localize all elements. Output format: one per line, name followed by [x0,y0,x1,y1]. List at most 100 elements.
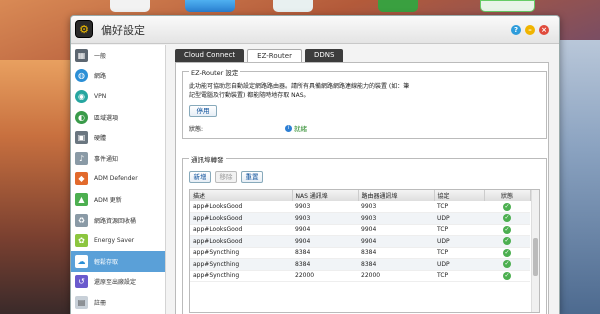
check-icon: ✓ [503,248,511,257]
cell-protocol: TCP [434,224,484,236]
port-forwarding-table: 描述 NAS 通訊埠 路由器通訊埠 協定 狀態 app#LooksGood 990… [189,189,540,313]
check-icon: ✓ [503,225,511,234]
sidebar-item-hardware[interactable]: ▣ 硬體 [71,127,165,148]
sidebar-item-region[interactable]: ◐ 區域選項 [71,107,165,128]
table-row[interactable]: app#Syncthing 8384 8384 UDP ✓ [190,258,530,271]
recycle-icon: ♻ [75,213,88,227]
cell-description: app#LooksGood [190,224,292,236]
sidebar-item-notification[interactable]: ♪ 事件通知 [71,148,165,169]
sidebar-item-label: 網路資源回收桶 [94,217,137,225]
preferences-app-icon: ⚙ [75,20,93,38]
cell-description: app#Syncthing [190,247,292,259]
sidebar-item-adm-update[interactable]: ▲ ADM 更新 [71,189,165,210]
cell-nas-port: 8384 [292,247,358,259]
minimize-button[interactable]: – [525,25,535,35]
sidebar-item-general[interactable]: ▦ 一般 [71,45,165,66]
sidebar-item-recycle-bin[interactable]: ♻ 網路資源回收桶 [71,210,165,231]
globe-icon: ◍ [75,69,88,83]
disable-button[interactable]: 停用 [189,105,217,117]
cell-protocol: UDP [434,212,484,225]
sidebar-item-adm-defender[interactable]: ◆ ADM Defender [71,169,165,190]
tab-bar: Cloud Connect EZ-Router DDNS [175,49,346,62]
table-scrollbar[interactable] [531,190,539,312]
help-button[interactable]: ? [511,25,521,35]
column-header-status[interactable]: 狀態 [484,190,531,201]
cell-description: app#LooksGood [190,201,292,213]
port-forwarding-group: 通訊埠轉發 新增 移除 重置 描述 NAS 通訊埠 路由器通訊埠 協定 狀態 a… [182,154,547,314]
cell-router-port: 8384 [358,258,434,271]
sidebar-item-factory-reset[interactable]: ↺ 還原至出廠設定 [71,272,165,293]
reset-button[interactable]: 重置 [241,171,263,183]
cell-nas-port: 9904 [292,235,358,248]
update-arrow-icon: ▲ [75,192,88,206]
table-row[interactable]: app#Syncthing 22000 22000 TCP ✓ [190,270,530,282]
titlebar: ⚙ 偏好設定 ? – × [71,16,559,44]
cell-description: app#Syncthing [190,258,292,271]
cell-nas-port: 9904 [292,224,358,236]
register-icon: ▤ [75,295,88,309]
remove-button[interactable]: 移除 [215,171,237,183]
dock-app-icon-5[interactable] [480,0,535,12]
hardware-icon: ▣ [75,131,88,145]
close-button[interactable]: × [539,25,549,35]
dock-app-icon-1[interactable] [110,0,150,12]
column-header-protocol[interactable]: 協定 [434,190,485,201]
check-icon: ✓ [503,260,511,269]
cell-nas-port: 9903 [292,212,358,225]
sidebar-item-label: ADM 更新 [94,196,122,204]
cell-protocol: UDP [434,235,484,248]
table-row[interactable]: app#LooksGood 9904 9904 UDP ✓ [190,235,530,248]
table-header-row: 描述 NAS 通訊埠 路由器通訊埠 協定 狀態 [190,190,531,201]
tab-ddns[interactable]: DDNS [305,49,344,62]
dock-app-icon-3[interactable] [273,0,313,12]
cell-router-port: 9904 [358,235,434,248]
status-label: 狀態: [189,126,204,133]
restore-icon: ↺ [75,275,88,289]
cell-router-port: 9903 [358,201,434,213]
info-icon: i [285,124,292,132]
cell-protocol: TCP [434,247,484,259]
table-row[interactable]: app#LooksGood 9903 9903 TCP ✓ [190,201,530,213]
status-value: i 就緒 [285,123,307,133]
tab-ez-router[interactable]: EZ-Router [247,49,302,62]
scroll-thumb[interactable] [533,238,538,276]
sidebar-item-network[interactable]: ◍ 網路 [71,66,165,87]
column-header-router-port[interactable]: 路由器通訊埠 [358,190,435,201]
status-text: 就緒 [294,125,307,133]
cell-description: app#LooksGood [190,235,292,248]
window-title: 偏好設定 [101,24,145,37]
cell-router-port: 9904 [358,224,434,236]
add-button[interactable]: 新增 [189,171,211,183]
content-area: Cloud Connect EZ-Router DDNS EZ-Router 設… [167,45,559,314]
sidebar: ▦ 一般 ◍ 網路 ◉ VPN ◐ 區域選項 ▣ 硬體 ♪ 事件通知 ◆ ADM Defend… [71,45,166,314]
sidebar-item-label: 還原至出廠設定 [94,279,137,287]
cell-nas-port: 8384 [292,258,358,271]
cell-nas-port: 9903 [292,201,358,213]
sidebar-item-label: ADM Defender [94,175,138,183]
ez-router-settings-group: EZ-Router 設定 此功能可協助您自動設定網路路由器。請所有具備網路網路連… [182,67,547,139]
cell-protocol: TCP [434,270,484,282]
sidebar-item-easy-access[interactable]: ☁ 輕鬆存取 [71,250,165,272]
gear-grid-icon: ▦ [75,48,88,62]
sidebar-item-energy-saver[interactable]: ✿ Energy Saver [71,230,165,251]
ez-router-panel: EZ-Router 設定 此功能可協助您自動設定網路路由器。請所有具備網路網路連… [175,62,549,314]
cell-protocol: TCP [434,201,484,213]
app-store-icon[interactable] [185,0,235,12]
check-icon: ✓ [503,271,511,280]
table-row[interactable]: app#LooksGood 9903 9903 UDP ✓ [190,212,530,225]
sidebar-item-label: 網路 [94,73,107,81]
group-legend: EZ-Router 設定 [189,67,241,77]
table-row[interactable]: app#Syncthing 8384 8384 TCP ✓ [190,247,530,259]
column-header-description[interactable]: 描述 [190,190,293,201]
check-icon: ✓ [503,214,511,223]
sync-app-icon[interactable] [378,0,418,12]
cell-router-port: 22000 [358,270,434,282]
tab-cloud-connect[interactable]: Cloud Connect [175,49,245,62]
sidebar-item-register[interactable]: ▤ 註冊 [71,292,165,313]
column-header-nas-port[interactable]: NAS 通訊埠 [292,190,359,201]
cell-description: app#Syncthing [190,270,292,282]
sidebar-item-vpn[interactable]: ◉ VPN [71,86,165,107]
table-row[interactable]: app#LooksGood 9904 9904 TCP ✓ [190,224,530,236]
cell-router-port: 9903 [358,212,434,225]
preferences-window: ⚙ 偏好設定 ? – × ▦ 一般 ◍ 網路 ◉ VPN ◐ 區域選項 ▣ 硬體 ♪ 事件通… [70,15,560,314]
